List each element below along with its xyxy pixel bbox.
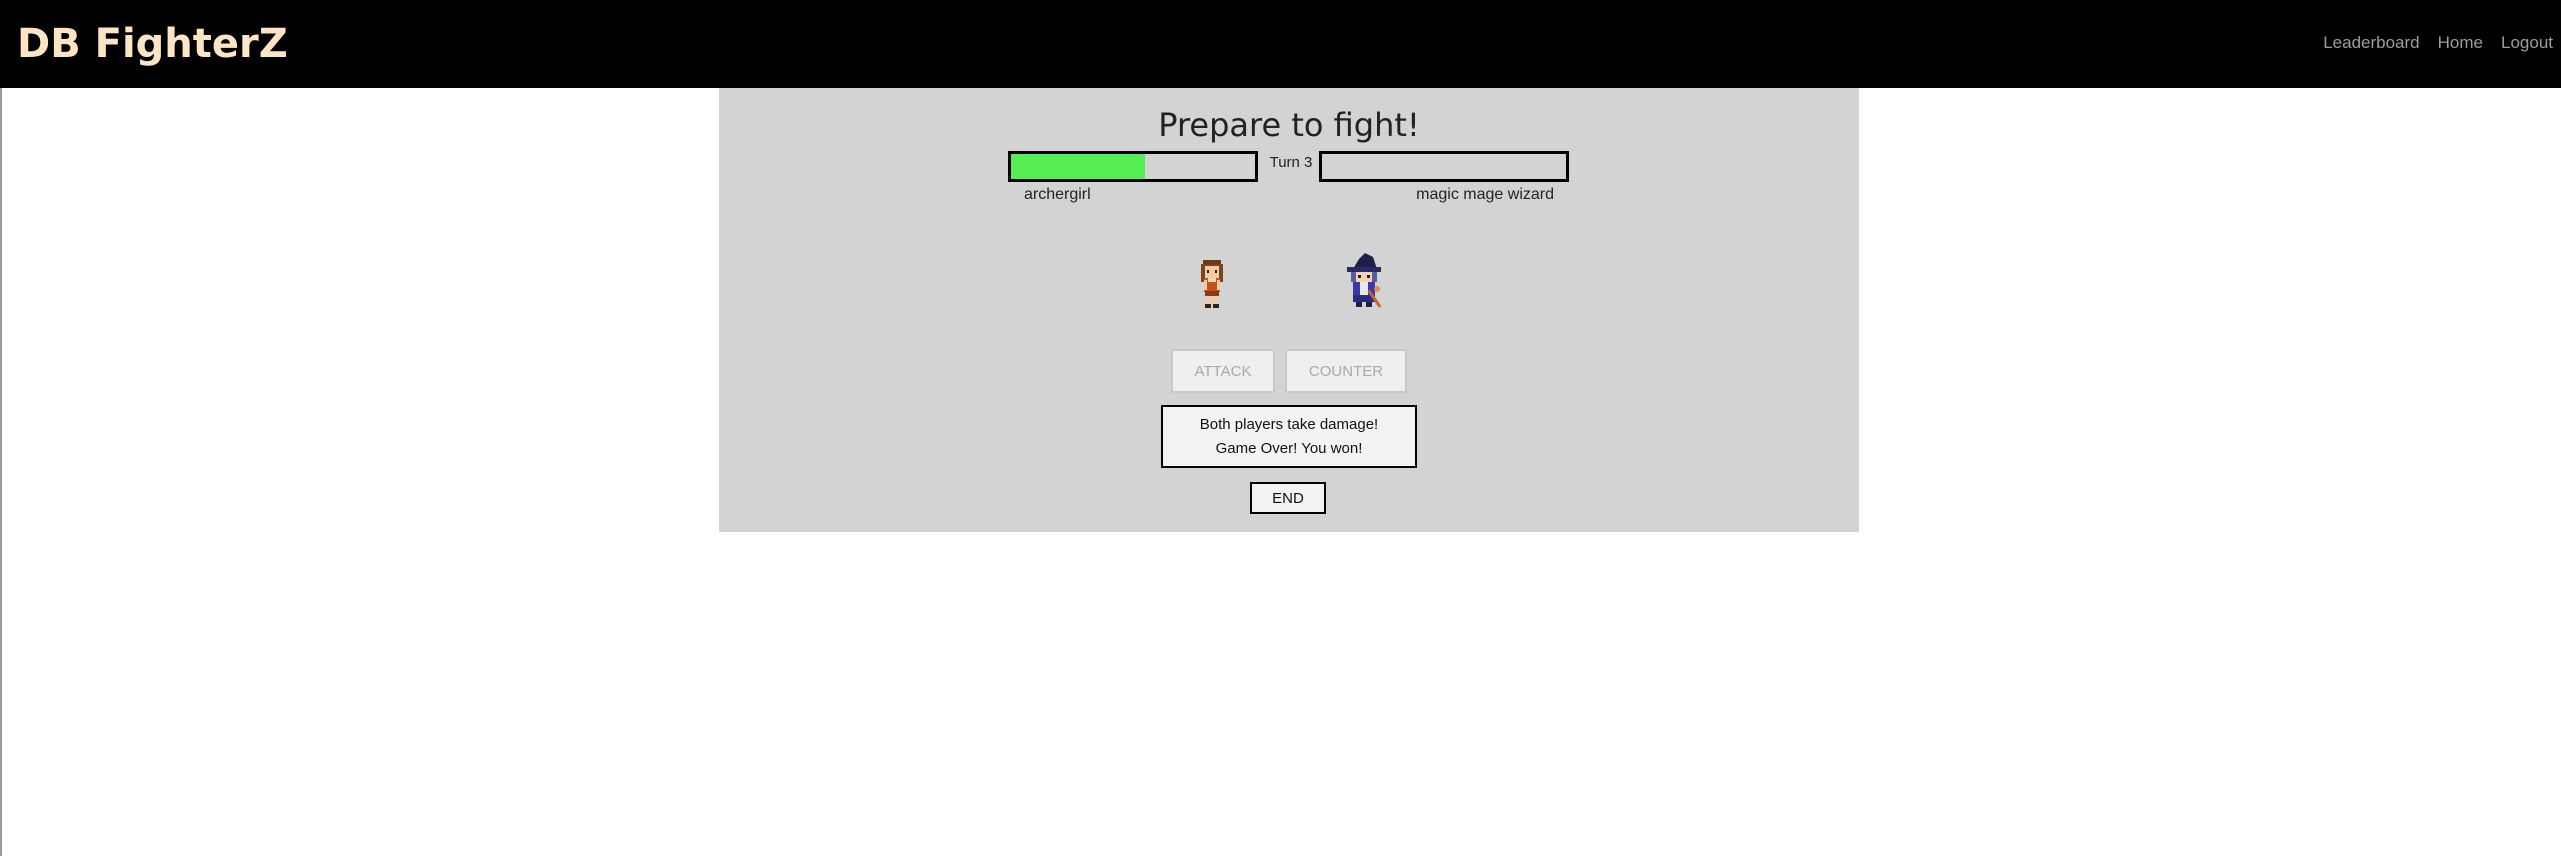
- action-buttons: ATTACK COUNTER: [719, 349, 1859, 393]
- attack-button[interactable]: ATTACK: [1171, 349, 1275, 393]
- nav-link-logout[interactable]: Logout: [2501, 33, 2553, 53]
- battle-arena: Prepare to fight! Turn 3 archergirl magi…: [719, 88, 1859, 532]
- battle-log-line: Both players take damage!: [1199, 415, 1379, 433]
- counter-button[interactable]: COUNTER: [1285, 349, 1407, 393]
- nav-link-home[interactable]: Home: [2438, 33, 2483, 53]
- page-left-border: [0, 88, 2, 856]
- page-title: Prepare to fight!: [1158, 106, 1420, 144]
- nav-link-leaderboard[interactable]: Leaderboard: [2323, 33, 2419, 53]
- turn-counter: Turn 3: [1269, 154, 1313, 171]
- archer-girl-sprite: [1201, 260, 1223, 308]
- player-name: archergirl: [1024, 186, 1091, 203]
- nav-links: Leaderboard Home Logout: [2323, 33, 2553, 53]
- top-navbar: DB FighterZ Leaderboard Home Logout: [0, 0, 2561, 88]
- brand-logo[interactable]: DB FighterZ: [17, 19, 288, 69]
- player-health-fill: [1011, 154, 1146, 179]
- wizard-sprite: [1347, 253, 1382, 308]
- end-button[interactable]: END: [1250, 482, 1326, 514]
- battle-log: Both players take damage! Game Over! You…: [1161, 405, 1417, 468]
- opponent-health-bar: [1319, 151, 1569, 182]
- opponent-name: magic mage wizard: [1416, 186, 1554, 203]
- battle-log-line: Game Over! You won!: [1215, 439, 1363, 457]
- player-health-bar: [1008, 151, 1258, 182]
